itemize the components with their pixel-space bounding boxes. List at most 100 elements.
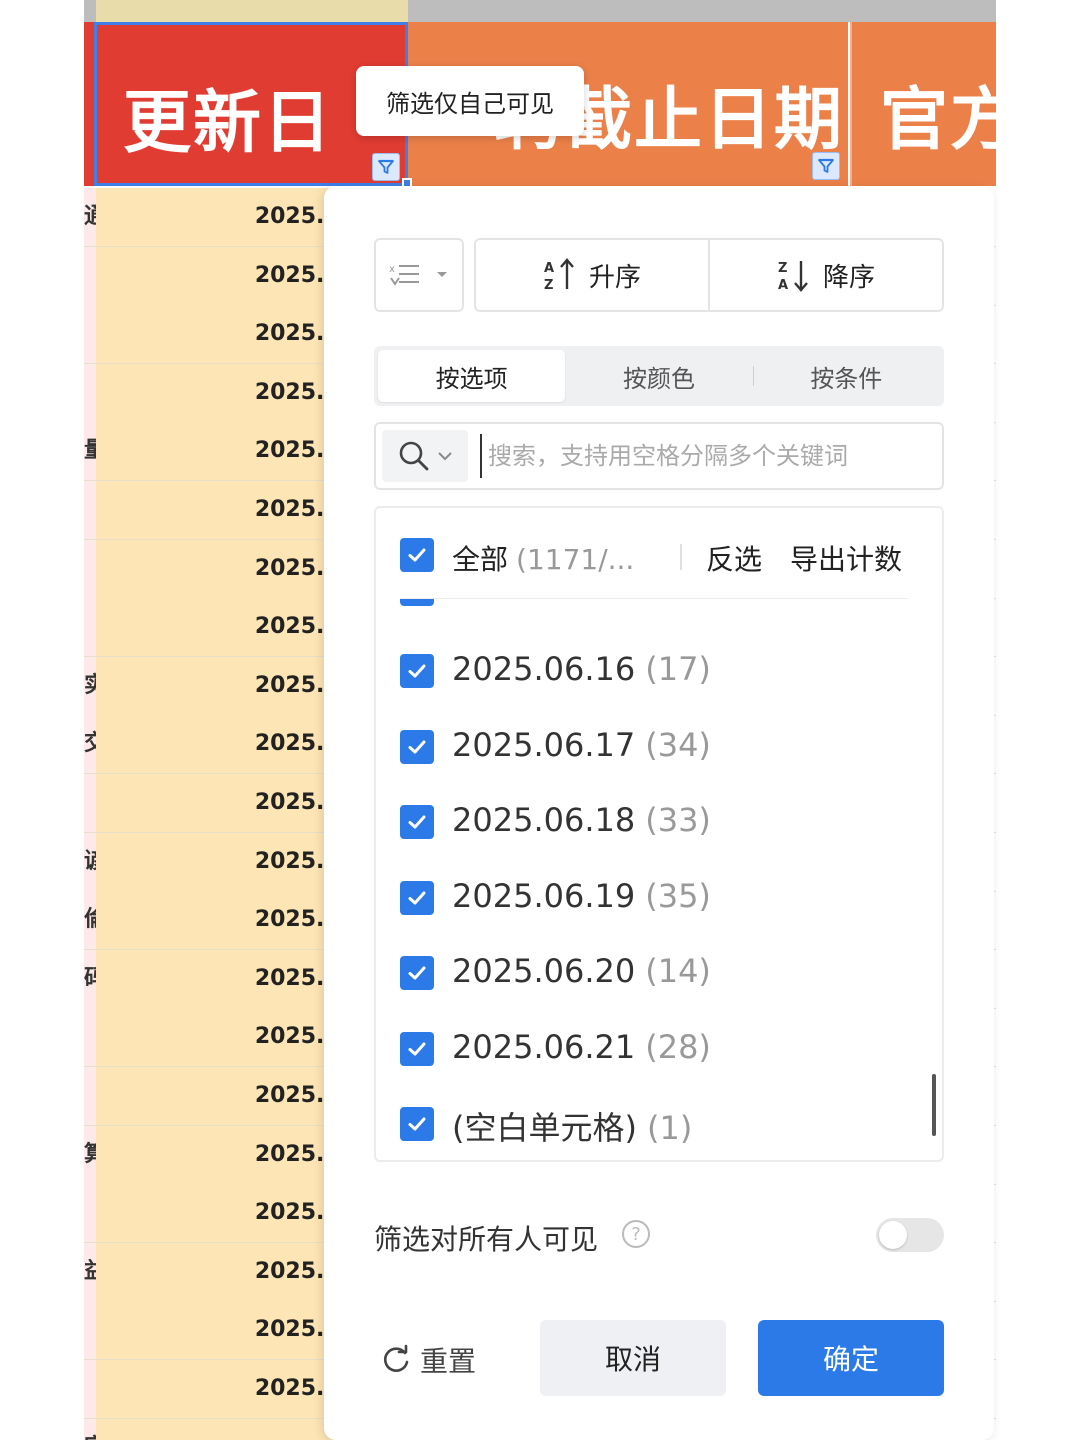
- reset-button[interactable]: 重置: [380, 1340, 476, 1380]
- item-value: 2025.06.19: [452, 876, 636, 915]
- item-checkbox[interactable]: [400, 729, 434, 764]
- help-icon[interactable]: ?: [622, 1220, 650, 1248]
- item-checkbox[interactable]: [400, 805, 434, 839]
- cell-left-clipped[interactable]: 量: [84, 422, 96, 481]
- header-cell-official[interactable]: 官方: [850, 22, 996, 186]
- item-value: 2025.06.21: [452, 1027, 636, 1066]
- cell-left-clipped[interactable]: [84, 1301, 96, 1360]
- item-checkbox[interactable]: [400, 1031, 434, 1066]
- cell-left-clipped[interactable]: 定: [84, 1418, 96, 1440]
- search-scope-dropdown[interactable]: [382, 430, 468, 482]
- filter-search-box: [374, 422, 944, 490]
- filter-icon[interactable]: [372, 153, 400, 181]
- filter-icon[interactable]: [812, 152, 840, 180]
- item-count: (28): [645, 1027, 711, 1066]
- cell-left-clipped[interactable]: [84, 1008, 96, 1067]
- header-text: 更新日: [123, 84, 334, 163]
- check-icon: [408, 966, 426, 980]
- cell-left-clipped[interactable]: [84, 481, 96, 539]
- item-count: (14): [645, 952, 711, 990]
- svg-text:A: A: [544, 261, 554, 276]
- cell-left-clipped[interactable]: [84, 539, 96, 598]
- sort-ascending-label: 升序: [588, 262, 641, 293]
- cell-left-clipped[interactable]: [84, 774, 96, 832]
- list-item[interactable]: 2025.06.20 (14): [376, 944, 942, 1004]
- reset-icon: [383, 1344, 409, 1372]
- cell-left-clipped[interactable]: 益: [84, 1242, 96, 1301]
- select-all-label[interactable]: 全部 (1171/...: [452, 538, 634, 578]
- cell-left-clipped[interactable]: 实: [84, 656, 96, 715]
- cell-left-clipped[interactable]: [84, 598, 96, 657]
- check-icon: [408, 664, 426, 678]
- header-cell-left[interactable]: [84, 22, 94, 186]
- check-icon: [408, 815, 426, 829]
- list-item[interactable]: 2025.06.18 (33): [376, 793, 942, 853]
- search-input[interactable]: [480, 434, 930, 478]
- list-item[interactable]: (空白单元格) (1): [376, 1095, 942, 1155]
- tab-by-option[interactable]: 按选项: [378, 350, 566, 402]
- cell-left-clipped[interactable]: 算: [84, 1125, 96, 1184]
- list-scrollbar[interactable]: [932, 1074, 936, 1136]
- divider: [680, 544, 682, 570]
- list-item[interactable]: 2025.06.17 (34): [376, 718, 942, 778]
- item-count: (35): [645, 876, 711, 915]
- cell-left-clipped[interactable]: [84, 363, 96, 422]
- select-all-checkbox[interactable]: [400, 538, 434, 572]
- toggle-knob: [879, 1221, 907, 1249]
- sort-mode-dropdown[interactable]: x: [374, 238, 464, 312]
- confirm-button[interactable]: 确定: [758, 1320, 944, 1396]
- cell-left-clipped[interactable]: [84, 246, 96, 305]
- visibility-toggle[interactable]: [876, 1218, 944, 1252]
- list-item[interactable]: 2025.06.16 (17): [376, 642, 942, 702]
- sort-ascending-button[interactable]: A Z 升序: [476, 240, 708, 310]
- reset-label: 重置: [420, 1345, 477, 1378]
- item-label: 2025.06.21 (28): [452, 1028, 711, 1066]
- search-icon: [399, 441, 429, 471]
- cell-left-clipped[interactable]: 交: [84, 715, 96, 774]
- sort-descending-button[interactable]: Z A 降序: [708, 240, 942, 310]
- list-item[interactable]: 2025.06.19 (35): [376, 869, 942, 929]
- cell-left-clipped[interactable]: [84, 1184, 96, 1243]
- invert-selection-button[interactable]: 反选: [706, 538, 762, 578]
- item-checkbox[interactable]: [400, 956, 434, 990]
- item-value: 2025.06.18: [452, 801, 636, 839]
- sort-button-group: A Z 升序 Z A 降序: [474, 238, 944, 312]
- list-item[interactable]: 2025.06.21 (28): [376, 1020, 942, 1080]
- filter-popup: x A Z 升序 Z A 降序 按选项 按颜色 按条件 搜索，支持用空格分隔多个…: [324, 186, 994, 1440]
- check-icon: [408, 891, 426, 904]
- item-count: (33): [645, 801, 711, 839]
- svg-text:A: A: [778, 278, 788, 293]
- tab-by-color[interactable]: 按颜色: [565, 350, 752, 402]
- list-header: 全部 (1171/... 反选 导出计数: [376, 508, 942, 599]
- sort-mode-icon: x: [389, 264, 419, 286]
- cell-left-clipped[interactable]: [84, 305, 96, 364]
- item-label: 2025.06.19 (35): [452, 877, 711, 915]
- cell-left-clipped[interactable]: 倫: [84, 891, 96, 950]
- item-label: 2025.06.16 (17): [452, 650, 711, 688]
- filter-mode-tabs: 按选项 按颜色 按条件: [374, 346, 944, 406]
- visibility-setting: 筛选对所有人可见 ?: [374, 1216, 944, 1256]
- check-icon: [408, 1117, 426, 1131]
- item-label: 2025.06.18 (33): [452, 801, 711, 839]
- cancel-button[interactable]: 取消: [540, 1320, 726, 1396]
- item-count: (34): [645, 725, 711, 764]
- item-value: (空白单元格): [452, 1109, 637, 1147]
- visibility-label: 筛选对所有人可见: [374, 1223, 599, 1256]
- item-checkbox[interactable]: [400, 880, 434, 915]
- divider: [400, 598, 908, 599]
- cell-left-clipped[interactable]: 通: [84, 188, 96, 246]
- cell-left-clipped[interactable]: [84, 1067, 96, 1125]
- cell-left-clipped[interactable]: 码: [84, 949, 96, 1008]
- cell-left-clipped[interactable]: [84, 1360, 96, 1418]
- tab-by-condition[interactable]: 按条件: [752, 350, 940, 402]
- item-value: 2025.06.16: [452, 650, 636, 688]
- item-checkbox[interactable]: [400, 1107, 434, 1141]
- check-icon: [408, 740, 426, 753]
- item-label: 2025.06.20 (14): [452, 952, 711, 990]
- svg-text:Z: Z: [544, 278, 553, 293]
- item-checkbox[interactable]: [400, 654, 434, 688]
- sort-descending-label: 降序: [822, 262, 875, 293]
- export-count-button[interactable]: 导出计数: [790, 538, 902, 578]
- cell-left-clipped[interactable]: 谚: [84, 832, 96, 891]
- item-count: (17): [645, 650, 711, 688]
